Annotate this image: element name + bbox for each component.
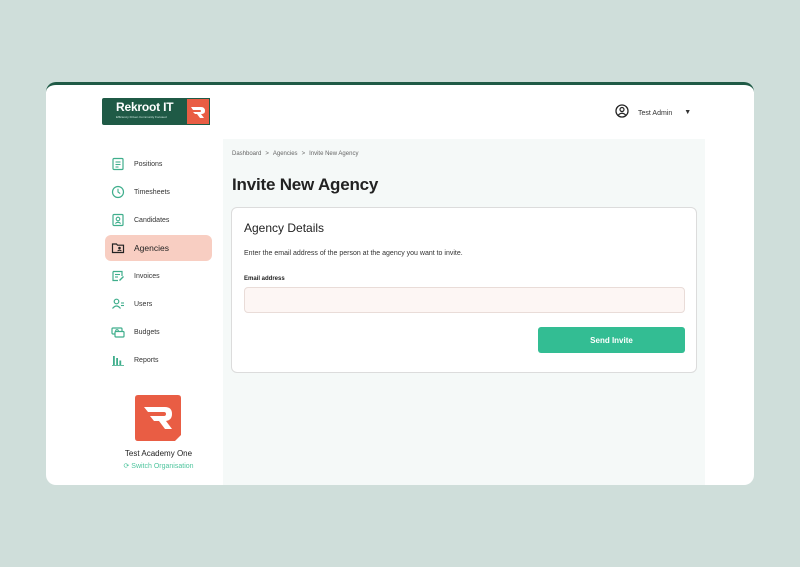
organisation-logo bbox=[135, 395, 181, 441]
sidebar-item-label: Users bbox=[134, 300, 153, 308]
main-content: Dashboard > Agencies > Invite New Agency… bbox=[223, 139, 705, 485]
card-title: Agency Details bbox=[244, 221, 325, 235]
switch-organisation-link[interactable]: ⟳ Switch Organisation bbox=[105, 462, 212, 470]
page-title: Invite New Agency bbox=[232, 175, 379, 194]
user-name: Test Admin bbox=[638, 109, 673, 117]
brand-logo[interactable]: Rekroot IT Efficiency Driven Community F… bbox=[102, 98, 210, 125]
sidebar-item-invoices[interactable]: Invoices bbox=[105, 263, 212, 289]
organisation-name: Test Academy One bbox=[124, 449, 193, 458]
sidebar-item-label: Reports bbox=[134, 356, 159, 364]
breadcrumb-separator: > bbox=[301, 151, 306, 157]
sidebar-item-users[interactable]: Users bbox=[105, 291, 212, 317]
sidebar-item-agencies[interactable]: Agencies bbox=[105, 235, 212, 261]
invoices-icon bbox=[110, 268, 126, 284]
sidebar-item-label: Budgets bbox=[134, 328, 160, 336]
budgets-icon bbox=[110, 324, 126, 340]
brand-wordmark: Rekroot IT Efficiency Driven Community F… bbox=[102, 98, 186, 125]
sidebar-item-label: Candidates bbox=[134, 216, 170, 224]
sidebar-item-label: Positions bbox=[134, 160, 163, 168]
sidebar-item-label: Agencies bbox=[134, 243, 169, 253]
positions-icon bbox=[110, 156, 126, 172]
card-description: Enter the email address of the person at… bbox=[244, 250, 463, 257]
user-avatar-icon bbox=[615, 103, 629, 123]
refresh-icon: ⟳ bbox=[123, 463, 130, 470]
sidebar-item-candidates[interactable]: Candidates bbox=[105, 207, 212, 233]
reports-icon bbox=[110, 352, 126, 368]
breadcrumb: Dashboard > Agencies > Invite New Agency bbox=[232, 151, 358, 157]
email-field[interactable] bbox=[244, 287, 685, 313]
brand-tagline: Efficiency Driven Community Focused bbox=[116, 115, 167, 119]
chevron-down-icon[interactable]: ▼ bbox=[684, 109, 691, 117]
sidebar-item-label: Invoices bbox=[134, 272, 160, 280]
candidates-icon bbox=[110, 212, 126, 228]
agency-details-card: Agency Details Enter the email address o… bbox=[231, 207, 697, 373]
agencies-icon bbox=[110, 240, 126, 256]
sidebar-item-timesheets[interactable]: Timesheets bbox=[105, 179, 212, 205]
sidebar-item-reports[interactable]: Reports bbox=[105, 347, 212, 373]
user-menu[interactable]: Test Admin ▼ bbox=[615, 103, 691, 123]
sidebar-nav: Positions Timesheets Candidates Agencies… bbox=[105, 151, 212, 375]
timesheets-icon bbox=[110, 184, 126, 200]
brand-r-icon bbox=[186, 98, 210, 125]
users-icon bbox=[110, 296, 126, 312]
breadcrumb-current: Invite New Agency bbox=[309, 151, 359, 157]
breadcrumb-separator: > bbox=[265, 151, 269, 157]
switch-organisation-label: Switch Organisation bbox=[131, 463, 194, 470]
sidebar-item-budgets[interactable]: Budgets bbox=[105, 319, 212, 345]
sidebar-item-positions[interactable]: Positions bbox=[105, 151, 212, 177]
send-invite-button[interactable]: Send Invite bbox=[538, 327, 685, 353]
app-window: Rekroot IT Efficiency Driven Community F… bbox=[46, 82, 754, 485]
sidebar-item-label: Timesheets bbox=[134, 188, 170, 196]
breadcrumb-agencies[interactable]: Agencies bbox=[273, 151, 298, 157]
brand-name: Rekroot IT bbox=[116, 100, 174, 114]
email-label: Email address bbox=[244, 276, 285, 282]
breadcrumb-dashboard[interactable]: Dashboard bbox=[232, 151, 261, 157]
